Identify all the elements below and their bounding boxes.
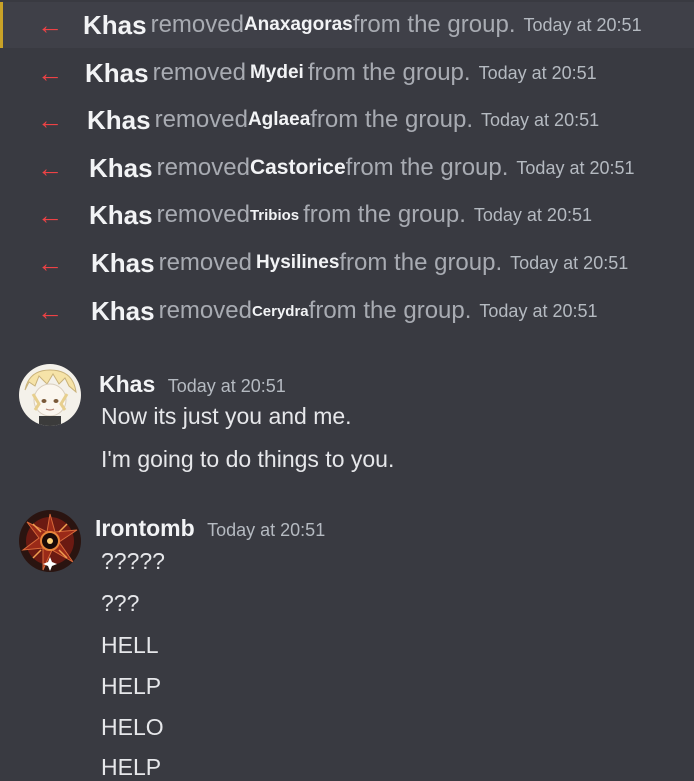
message-header: Irontomb Today at 20:51 (95, 515, 325, 542)
system-verb: removed (158, 249, 252, 276)
system-verb: removed (156, 154, 250, 181)
message-timestamp[interactable]: Today at 20:51 (168, 376, 286, 396)
message-timestamp[interactable]: Today at 20:51 (207, 520, 325, 540)
author-name[interactable]: Irontomb (95, 515, 195, 541)
system-verb: removed (150, 11, 244, 38)
system-rest: from the group. (339, 249, 503, 276)
system-verb: removed (156, 201, 250, 228)
system-verb: removed (158, 297, 252, 324)
system-rest: from the group. (303, 201, 466, 228)
avatar-image (19, 364, 81, 426)
message-line: Now its just you and me. (101, 403, 352, 429)
system-actor[interactable]: Khas (91, 296, 155, 327)
system-target[interactable]: Tribios (250, 207, 299, 224)
author-name[interactable]: Khas (99, 371, 155, 397)
message-header: Khas Today at 20:51 (99, 371, 286, 398)
system-message[interactable]: ← Khas removed Mydei from the group. Tod… (0, 50, 694, 96)
message-line: HELP (101, 673, 162, 699)
message-group[interactable]: Khas Today at 20:51 Now its just you and… (0, 360, 694, 480)
system-verb: removed (152, 59, 246, 86)
arrow-left-icon: ← (37, 296, 63, 326)
system-message[interactable]: ← Khas removed Anaxagoras from the group… (0, 2, 694, 48)
system-target[interactable]: Castorice (250, 156, 346, 180)
system-timestamp[interactable]: Today at 20:51 (479, 301, 597, 322)
system-timestamp[interactable]: Today at 20:51 (510, 253, 628, 274)
message-line: ????? (101, 548, 165, 574)
system-timestamp[interactable]: Today at 20:51 (479, 63, 597, 84)
system-actor[interactable]: Khas (87, 105, 151, 136)
system-message[interactable]: ← Khas removed Tribios from the group. T… (0, 192, 694, 238)
system-target[interactable]: Aglaea (248, 109, 310, 131)
system-actor[interactable]: Khas (89, 153, 153, 184)
arrow-left-icon: ← (37, 153, 63, 183)
system-actor[interactable]: Khas (91, 248, 155, 279)
system-timestamp[interactable]: Today at 20:51 (474, 205, 592, 226)
system-target[interactable]: Anaxagoras (244, 14, 353, 36)
system-target[interactable]: Hysilines (256, 252, 339, 274)
system-timestamp[interactable]: Today at 20:51 (481, 110, 599, 131)
system-timestamp[interactable]: Today at 20:51 (516, 158, 634, 179)
system-verb: removed (154, 106, 248, 133)
system-target[interactable]: Cerydra (252, 303, 309, 320)
system-message[interactable]: ← Khas removed Aglaea from the group. To… (0, 97, 694, 143)
arrow-left-icon: ← (37, 105, 63, 135)
system-rest: from the group. (308, 297, 472, 324)
avatar[interactable] (19, 364, 81, 426)
system-message[interactable]: ← Khas removed Cerydra from the group. T… (0, 288, 694, 334)
message-line: I'm going to do things to you. (101, 446, 395, 472)
system-timestamp[interactable]: Today at 20:51 (523, 15, 641, 36)
system-rest: from the group. (345, 154, 509, 181)
system-rest: from the group. (307, 59, 471, 86)
arrow-left-icon: ← (37, 10, 63, 40)
system-target[interactable]: Mydei (250, 62, 304, 84)
message-line: HELL (101, 632, 159, 658)
avatar[interactable] (19, 510, 81, 572)
system-message[interactable]: ← Khas removed Hysilines from the group.… (0, 240, 694, 286)
system-rest: from the group. (310, 106, 474, 133)
message-group[interactable]: Irontomb Today at 20:51 ????? ??? HELL H… (0, 506, 694, 780)
avatar-image (19, 510, 81, 572)
system-rest: from the group. (352, 11, 516, 38)
arrow-left-icon: ← (37, 200, 63, 230)
message-line: HELO (101, 714, 164, 740)
system-actor[interactable]: Khas (85, 58, 149, 89)
system-actor[interactable]: Khas (83, 10, 147, 41)
arrow-left-icon: ← (37, 58, 63, 88)
message-line: ??? (101, 590, 140, 616)
system-actor[interactable]: Khas (89, 200, 153, 231)
system-message[interactable]: ← Khas removed Castorice from the group.… (0, 145, 694, 191)
arrow-left-icon: ← (37, 248, 63, 278)
